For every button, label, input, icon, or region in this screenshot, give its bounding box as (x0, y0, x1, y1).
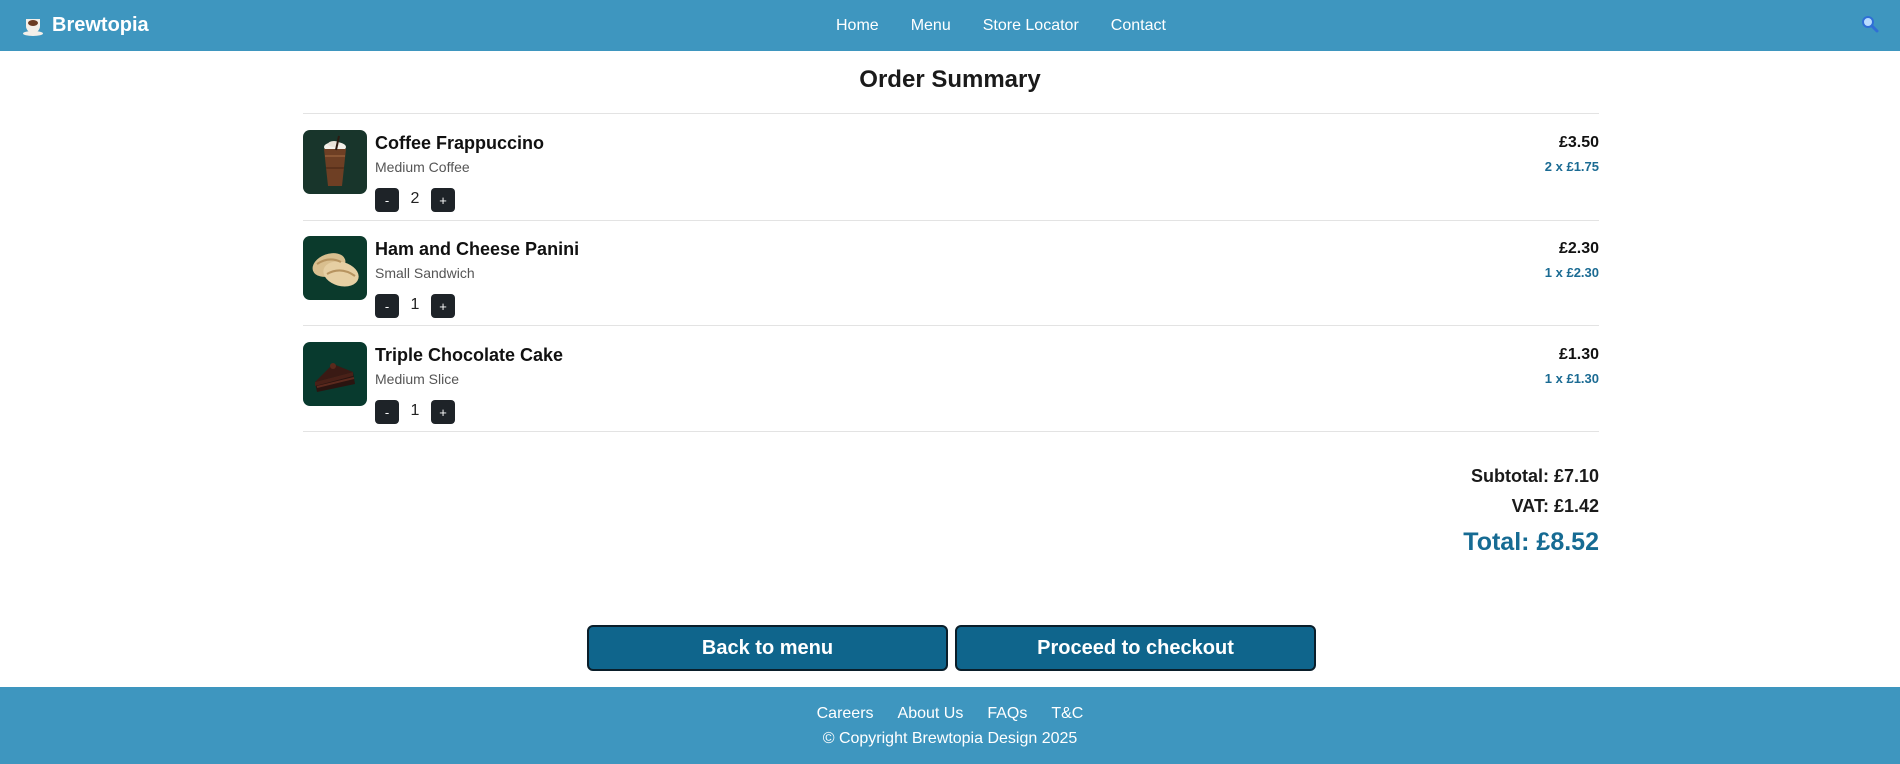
nav-home[interactable]: Home (836, 17, 879, 35)
brand-logo[interactable]: Brewtopia (22, 0, 149, 51)
proceed-to-checkout-button[interactable]: Proceed to checkout (955, 625, 1316, 671)
back-to-menu-button[interactable]: Back to menu (587, 625, 948, 671)
footer-links: Careers About Us FAQs T&C (0, 705, 1900, 723)
item-price: £3.50 (1558, 134, 1599, 151)
item-name: Triple Chocolate Cake (375, 345, 564, 365)
item-unit-price: 1 x £2.30 (1544, 265, 1599, 280)
item-variant: Medium Slice (375, 371, 460, 387)
vat: VAT: £1.42 (1511, 496, 1599, 516)
footer-link-careers[interactable]: Careers (817, 705, 874, 723)
increase-quantity-button[interactable]: + (431, 400, 455, 424)
order-item: Ham and Cheese Panini Small Sandwich - 1… (303, 220, 1599, 326)
decrease-quantity-button[interactable]: - (375, 294, 399, 318)
order-item: Triple Chocolate Cake Medium Slice - 1 +… (303, 326, 1599, 432)
quantity-value: 1 (410, 402, 420, 419)
copyright: © Copyright Brewtopia Design 2025 (822, 730, 1078, 747)
coffee-cup-icon (22, 15, 44, 37)
main-nav: Home Menu Store Locator Contact (836, 0, 1198, 51)
item-unit-price: 1 x £1.30 (1544, 371, 1599, 386)
decrease-quantity-button[interactable]: - (375, 400, 399, 424)
decrease-quantity-button[interactable]: - (375, 188, 399, 212)
panini-image (303, 236, 367, 300)
item-price: £2.30 (1558, 240, 1599, 257)
increase-quantity-button[interactable]: + (431, 294, 455, 318)
nav-contact[interactable]: Contact (1111, 17, 1166, 35)
item-price: £1.30 (1558, 346, 1599, 363)
increase-quantity-button[interactable]: + (431, 188, 455, 212)
frappuccino-image (303, 130, 367, 194)
order-item: Coffee Frappuccino Medium Coffee - 2 + £… (303, 114, 1599, 220)
nav-menu[interactable]: Menu (911, 17, 951, 35)
search-icon[interactable] (1861, 15, 1879, 33)
brand-name: Brewtopia (52, 14, 149, 36)
footer: Careers About Us FAQs T&C © Copyright Br… (0, 687, 1900, 764)
chocolate-cake-image (303, 342, 367, 406)
item-unit-price: 2 x £1.75 (1544, 159, 1599, 174)
footer-link-about-us[interactable]: About Us (898, 705, 964, 723)
item-name: Ham and Cheese Panini (375, 239, 580, 259)
item-name: Coffee Frappuccino (375, 133, 545, 153)
quantity-value: 1 (410, 296, 420, 313)
page-title: Order Summary (859, 66, 1041, 93)
divider (303, 431, 1599, 432)
footer-link-terms[interactable]: T&C (1051, 705, 1083, 723)
footer-link-faqs[interactable]: FAQs (987, 705, 1027, 723)
item-variant: Medium Coffee (375, 159, 470, 175)
order-total: Total: £8.52 (1463, 528, 1599, 556)
navbar: Brewtopia Home Menu Store Locator Contac… (0, 0, 1900, 51)
nav-store-locator[interactable]: Store Locator (983, 17, 1079, 35)
subtotal: Subtotal: £7.10 (1470, 466, 1599, 486)
item-variant: Small Sandwich (375, 265, 475, 281)
quantity-value: 2 (410, 190, 420, 207)
